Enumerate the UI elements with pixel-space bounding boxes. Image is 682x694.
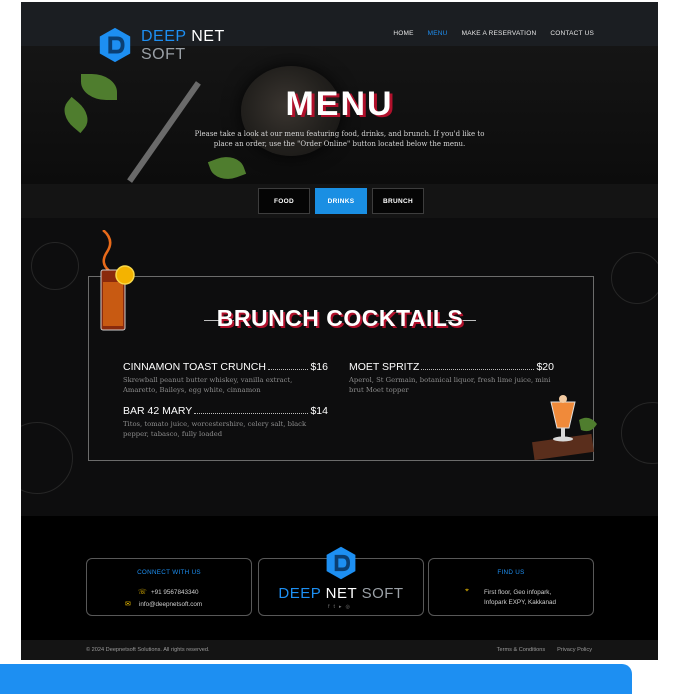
tab-brunch[interactable]: BRUNCH — [372, 188, 424, 214]
email-address[interactable]: info@deepnetsoft.com — [139, 601, 202, 608]
footer-links: Terms & Conditions Privacy Policy — [497, 647, 592, 653]
brand-word-deep: DEEP — [278, 585, 321, 602]
tab-drinks[interactable]: DRINKS — [315, 188, 367, 214]
cocktail-glass-image — [532, 395, 597, 461]
menu-item-price: $14 — [310, 405, 328, 417]
page-frame: DEEP NET SOFT HOME MENU MAKE A RESERVATI… — [21, 2, 658, 660]
location-pin-icon: ⌖ — [465, 587, 469, 594]
tab-food[interactable]: FOOD — [258, 188, 310, 214]
menu-item-description: Skrewball peanut butter whiskey, vanilla… — [123, 376, 293, 394]
cocktail-glass-image — [100, 230, 135, 331]
menu-item-price: $20 — [536, 361, 554, 373]
main-nav: HOME MENU MAKE A RESERVATION CONTACT US — [393, 30, 594, 37]
logo-hexagon-icon — [99, 27, 131, 63]
social-icons: ft▸◎ — [259, 604, 423, 610]
terms-link[interactable]: Terms & Conditions — [497, 647, 546, 653]
connect-card: CONNECT WITH US ☏ +91 9567843340 ✉ info@… — [86, 558, 252, 616]
email-icon: ✉ — [125, 601, 131, 608]
leader-dots — [421, 369, 535, 370]
nav-make-reservation[interactable]: MAKE A RESERVATION — [462, 30, 537, 37]
connect-title: CONNECT WITH US — [137, 569, 201, 576]
bottom-blue-banner[interactable] — [0, 664, 632, 694]
menu-item: CINNAMON TOAST CRUNCH $16 Skrewball pean… — [123, 361, 328, 395]
menu-item-name: BAR 42 MARY — [123, 405, 193, 417]
menu-item-name: CINNAMON TOAST CRUNCH — [123, 361, 266, 373]
menu-item-description: Aperol, St Germain, botanical liquor, fr… — [349, 376, 551, 394]
nav-home[interactable]: HOME — [393, 30, 413, 37]
leader-dots — [267, 369, 309, 370]
menu-section-title: BRUNCH COCKTAILS — [216, 305, 464, 331]
privacy-link[interactable]: Privacy Policy — [557, 647, 592, 653]
menu-item: BAR 42 MARY $14 Titos, tomato juice, wor… — [123, 405, 328, 439]
phone-icon: ☏ — [138, 589, 147, 596]
find-us-title: FIND US — [497, 569, 525, 576]
logo-word-deep: DEEP — [141, 28, 187, 45]
menu-intro-text: Please take a look at our menu featuring… — [194, 130, 485, 148]
brand-word-soft: SOFT — [361, 585, 404, 602]
logo-wordmark: DEEP NET SOFT — [141, 28, 225, 64]
menu-item-price: $16 — [310, 361, 328, 373]
nav-menu[interactable]: MENU — [428, 30, 448, 37]
brand-card: DEEP NET SOFT ft▸◎ — [258, 546, 424, 616]
brand-word-net: NET — [325, 585, 357, 602]
address-line-1: First floor, Geo infopark, — [484, 589, 552, 596]
copyright-text: © 2024 Deepnetsoft Solutions. All rights… — [86, 647, 210, 653]
address-line-2: Infopark EXPY, Kakkanad — [484, 599, 556, 606]
logo-word-net: NET — [191, 28, 225, 45]
menu-item-description: Titos, tomato juice, worcestershire, cel… — [123, 420, 307, 438]
instagram-icon[interactable]: ◎ — [345, 604, 353, 610]
menu-item: MOET SPRITZ $20 Aperol, St Germain, bota… — [349, 361, 554, 395]
footer-logo-icon — [326, 546, 356, 580]
page-title: MENU — [285, 85, 394, 123]
footer-brand-name: DEEP NET SOFT — [259, 585, 423, 602]
leader-dots — [194, 413, 309, 414]
nav-contact-us[interactable]: CONTACT US — [550, 30, 594, 37]
find-us-card: FIND US ⌖ First floor, Geo infopark, Inf… — [428, 558, 594, 616]
food-doodle-decoration — [611, 252, 658, 304]
food-doodle-decoration — [31, 242, 79, 290]
basil-leaf-image — [207, 151, 247, 184]
phone-number[interactable]: +91 9567843340 — [151, 589, 198, 596]
menu-item-name: MOET SPRITZ — [349, 361, 420, 373]
logo-word-soft: SOFT — [141, 46, 186, 63]
